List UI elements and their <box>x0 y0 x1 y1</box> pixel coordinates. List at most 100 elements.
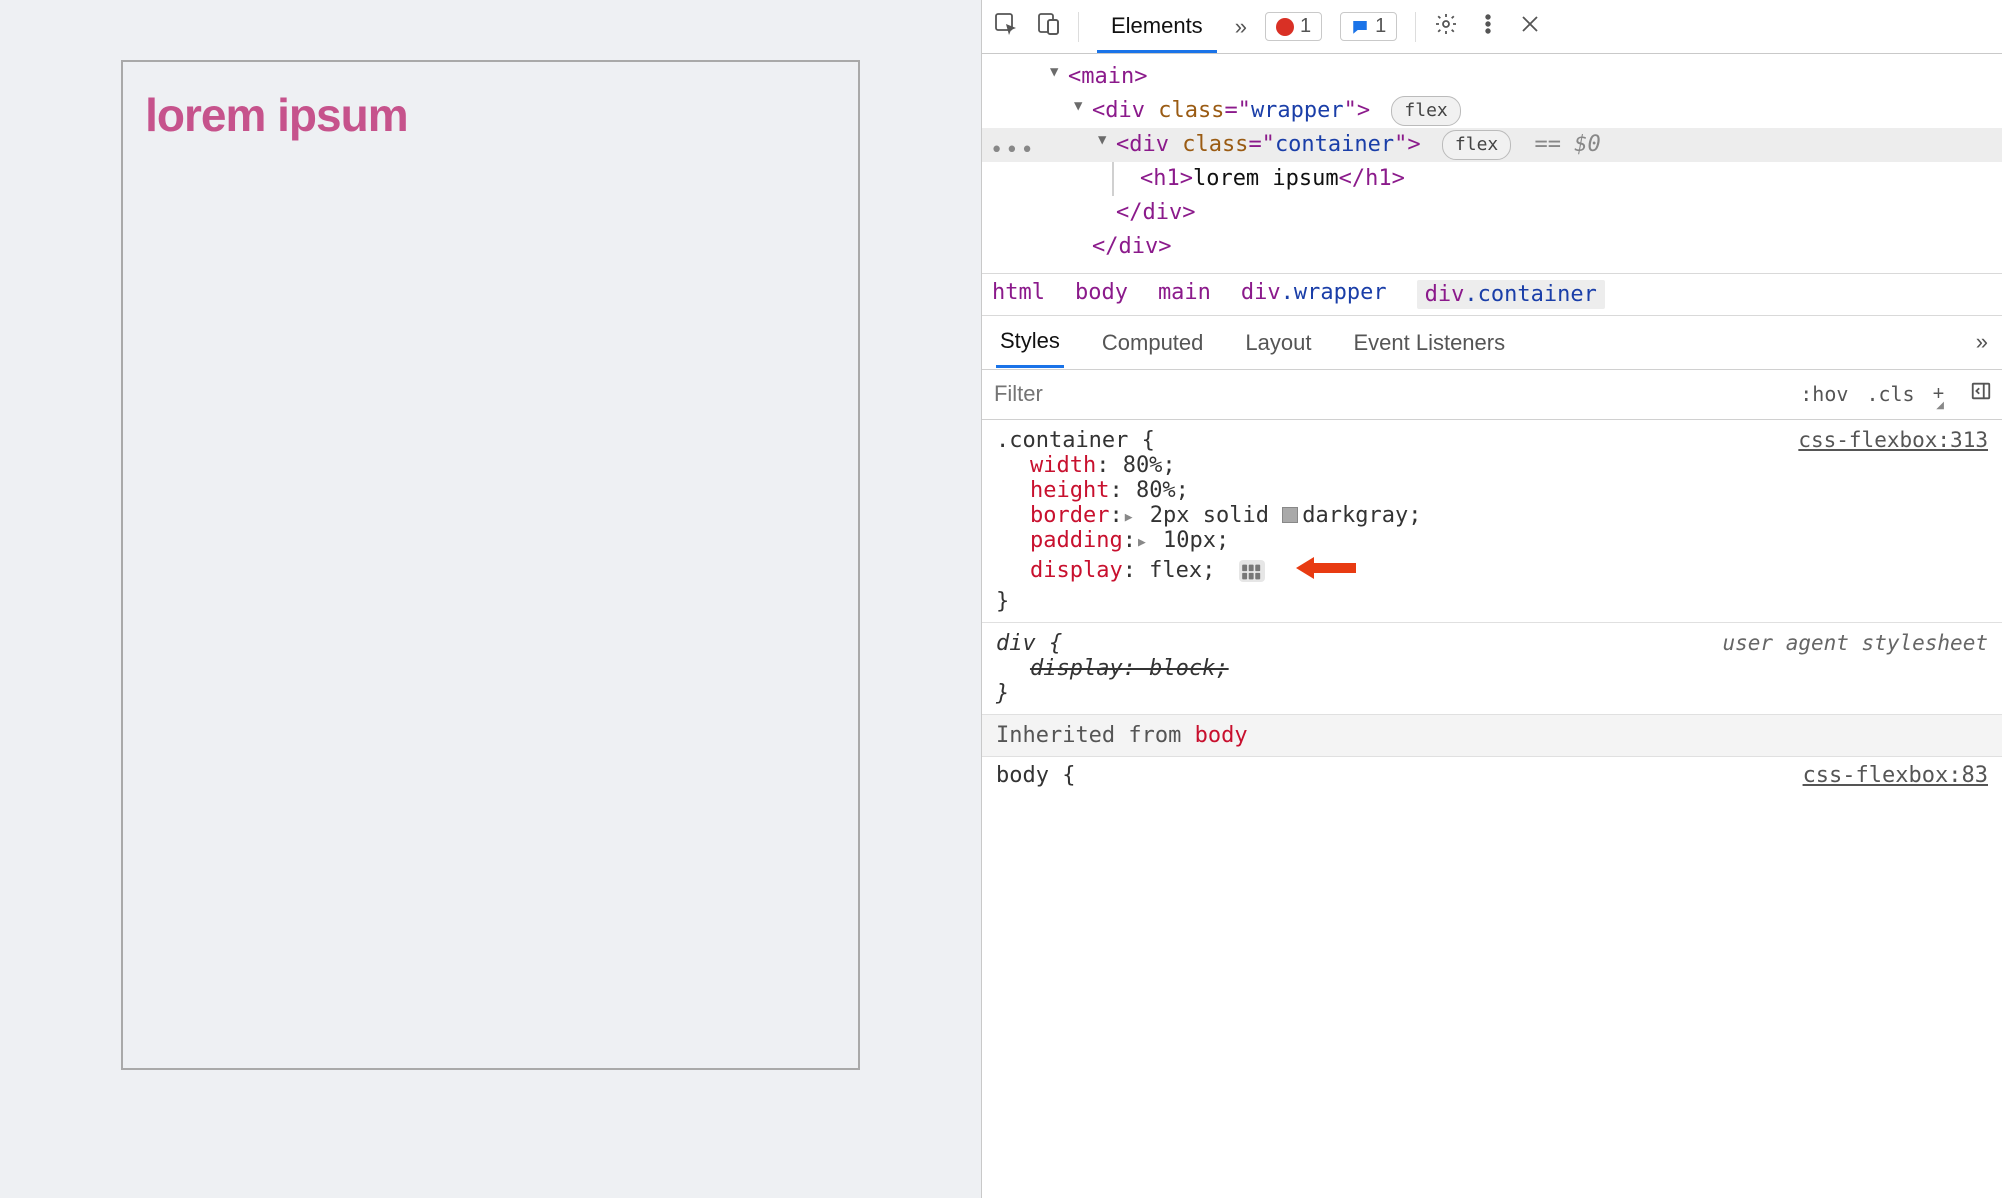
cls-toggle[interactable]: .cls <box>1866 382 1914 406</box>
tag-h1-close: </h1> <box>1339 166 1405 191</box>
toggle-sidebar-icon[interactable] <box>1970 380 1992 408</box>
close-devtools-icon[interactable] <box>1518 12 1542 42</box>
prop-name: padding <box>1030 528 1123 553</box>
dom-tree[interactable]: ▼ <main> ▼ <div class="wrapper"> flex ••… <box>982 54 2002 273</box>
error-dot-icon <box>1276 18 1294 36</box>
crumb-el: div <box>1425 282 1465 307</box>
messages-badge[interactable]: 1 <box>1340 12 1397 41</box>
disclosure-triangle-icon[interactable]: ▼ <box>1074 96 1082 118</box>
prop-value-color: darkgray; <box>1302 503 1421 528</box>
rule-body-peek[interactable]: body { css-flexbox:83 <box>982 757 2002 788</box>
tag-open: <div <box>1116 132 1182 157</box>
kebab-menu-icon[interactable] <box>1476 12 1500 42</box>
h1-text: lorem ipsum <box>1193 166 1339 191</box>
container-box: lorem ipsum <box>121 60 860 1070</box>
more-tabs-icon[interactable]: » <box>1235 2 1247 51</box>
new-rule-button[interactable]: +◢ <box>1933 383 1952 406</box>
tab-event-listeners[interactable]: Event Listeners <box>1349 318 1509 367</box>
messages-count: 1 <box>1375 15 1386 38</box>
attr-eq: =" <box>1224 98 1251 123</box>
attr-eq: =" <box>1248 132 1275 157</box>
tag-close: "> <box>1344 98 1371 123</box>
device-toggle-icon[interactable] <box>1036 12 1060 42</box>
more-subtabs-icon[interactable]: » <box>1976 317 1988 367</box>
rule-div-ua[interactable]: user agent stylesheet div { display: blo… <box>982 623 2002 715</box>
crumb-wrapper[interactable]: div.wrapper <box>1241 280 1387 309</box>
decl-display-block-overridden: display: block; <box>996 656 1988 681</box>
rule-container[interactable]: css-flexbox:313 .container { width: 80%;… <box>982 420 2002 623</box>
devtools-panel: Elements » 1 1 ▼ <main> ▼ <div class="wr… <box>981 0 2002 1198</box>
disclosure-triangle-icon[interactable]: ▼ <box>1050 62 1058 84</box>
inspect-icon[interactable] <box>994 12 1018 42</box>
decl-display-flex[interactable]: display: flex; <box>996 553 1988 589</box>
tree-gutter-line <box>1112 162 1114 196</box>
rule-source-link[interactable]: css-flexbox:313 <box>1798 428 1988 452</box>
styles-pane: css-flexbox:313 .container { width: 80%;… <box>982 420 2002 1198</box>
rule-source-ua: user agent stylesheet <box>1722 631 1988 655</box>
dom-node-main[interactable]: ▼ <main> <box>982 60 2002 94</box>
prop-value: : 80%; <box>1096 453 1175 478</box>
crumb-html[interactable]: html <box>992 280 1045 309</box>
errors-badge[interactable]: 1 <box>1265 12 1322 41</box>
errors-count: 1 <box>1300 15 1311 38</box>
attr-name: class <box>1158 98 1224 123</box>
shorthand-expand-icon[interactable]: ▶ <box>1138 535 1146 550</box>
prop-value: : flex; <box>1123 558 1216 583</box>
disclosure-triangle-icon[interactable]: ▼ <box>1098 130 1106 152</box>
rule-close-brace: } <box>996 681 1988 706</box>
decl-height[interactable]: height: 80%; <box>996 478 1988 503</box>
toolbar-separator <box>1415 12 1416 42</box>
flex-badge[interactable]: flex <box>1391 96 1460 126</box>
flex-badge[interactable]: flex <box>1442 130 1511 160</box>
dom-node-h1[interactable]: <h1>lorem ipsum</h1> <box>982 162 2002 196</box>
dom-node-container-close[interactable]: </div> <box>982 196 2002 230</box>
tag-main-open: <main> <box>1068 64 1147 89</box>
tag-open: <div <box>1092 98 1158 123</box>
page-heading: lorem ipsum <box>145 88 408 1042</box>
decl-padding[interactable]: padding:▶ 10px; <box>996 528 1988 553</box>
rule-close-brace: } <box>996 589 1988 614</box>
dom-node-wrapper-close[interactable]: </div> <box>982 230 2002 264</box>
prop-value: 2px solid <box>1137 503 1283 528</box>
tab-styles[interactable]: Styles <box>996 316 1064 368</box>
message-icon <box>1351 18 1369 36</box>
color-swatch-icon[interactable] <box>1282 507 1298 523</box>
decl-border[interactable]: border:▶ 2px solid darkgray; <box>996 503 1988 528</box>
dom-node-container-selected[interactable]: ••• ▼ <div class="container"> flex == $0 <box>982 128 2002 162</box>
prop-name: display <box>1030 558 1123 583</box>
flexbox-editor-icon[interactable] <box>1239 560 1265 582</box>
annotation-arrow-icon <box>1296 553 1356 589</box>
tag-close: "> <box>1394 132 1421 157</box>
crumb-el: div <box>1241 280 1281 305</box>
dropdown-caret-icon: ◢ <box>1936 400 1944 411</box>
settings-gear-icon[interactable] <box>1434 12 1458 42</box>
tab-computed[interactable]: Computed <box>1098 318 1208 367</box>
tag-div-close: </div> <box>1116 200 1195 225</box>
tab-layout[interactable]: Layout <box>1241 318 1315 367</box>
prop-value: 10px; <box>1150 528 1229 553</box>
page-viewport: lorem ipsum <box>0 0 981 1198</box>
devtools-toolbar: Elements » 1 1 <box>982 0 2002 54</box>
prop-value: : 80%; <box>1109 478 1188 503</box>
prop-name: border <box>1030 503 1109 528</box>
breadcrumb: html body main div.wrapper div.container <box>982 273 2002 316</box>
dom-node-wrapper[interactable]: ▼ <div class="wrapper"> flex <box>982 94 2002 128</box>
crumb-main[interactable]: main <box>1158 280 1211 309</box>
decl-width[interactable]: width: 80%; <box>996 453 1988 478</box>
inherited-from-element[interactable]: body <box>1195 723 1248 748</box>
shorthand-expand-icon[interactable]: ▶ <box>1125 510 1133 525</box>
inherited-from-row: Inherited from body <box>982 715 2002 757</box>
rule-source-link[interactable]: css-flexbox:83 <box>1803 763 1988 788</box>
prop-name: width <box>1030 453 1096 478</box>
tab-elements[interactable]: Elements <box>1097 1 1217 53</box>
styles-filter-row: :hov .cls +◢ <box>982 370 2002 420</box>
rule-selector: body { <box>996 763 1075 788</box>
crumb-cls: .container <box>1464 282 1596 307</box>
tag-div-close: </div> <box>1092 234 1171 259</box>
crumb-container-selected[interactable]: div.container <box>1417 280 1605 309</box>
tag-h1-open: <h1> <box>1140 166 1193 191</box>
attr-value: container <box>1275 132 1394 157</box>
styles-filter-input[interactable] <box>982 381 1790 407</box>
hov-toggle[interactable]: :hov <box>1800 382 1848 406</box>
crumb-body[interactable]: body <box>1075 280 1128 309</box>
